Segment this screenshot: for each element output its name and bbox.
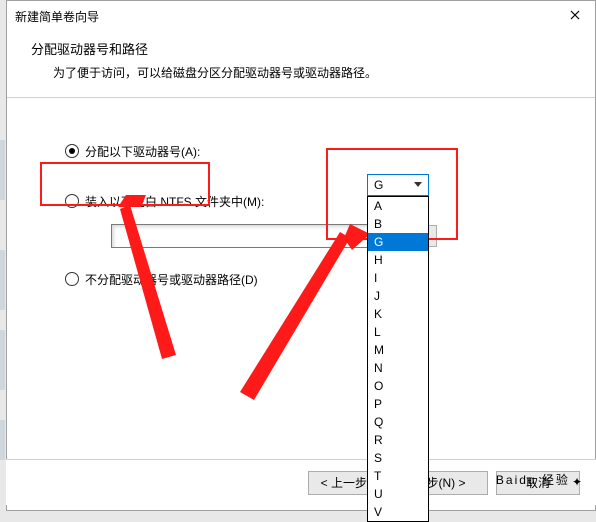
titlebar: 新建简单卷向导 [7, 1, 595, 31]
wizard-window: 新建简单卷向导 分配驱动器号和路径 为了便于访问，可以给磁盘分区分配驱动器号或驱… [6, 0, 596, 511]
drive-letter-option[interactable]: T [368, 467, 428, 485]
chevron-down-icon [410, 176, 426, 194]
wizard-footer: < 上一步(B) 步(N) > 取消 [6, 459, 596, 505]
header-title: 分配驱动器号和路径 [31, 39, 571, 58]
window-title: 新建简单卷向导 [15, 8, 555, 25]
drive-letter-option[interactable]: K [368, 305, 428, 323]
option-label: 分配以下驱动器号(A): [85, 143, 200, 160]
wizard-body: 分配以下驱动器号(A): 装入以下空白 NTFS 文件夹中(M): 浏 不分配驱… [7, 98, 595, 478]
drive-letter-option[interactable]: V [368, 503, 428, 521]
option-assign-letter[interactable]: 分配以下驱动器号(A): [65, 138, 571, 164]
drive-letter-option[interactable]: B [368, 215, 428, 233]
drive-letter-option[interactable]: J [368, 287, 428, 305]
cancel-button[interactable]: 取消 [496, 471, 580, 495]
drive-letter-option[interactable]: U [368, 485, 428, 503]
option-mount-folder[interactable]: 装入以下空白 NTFS 文件夹中(M): [65, 188, 571, 214]
drive-letter-option[interactable]: N [368, 359, 428, 377]
drive-letter-option[interactable]: H [368, 251, 428, 269]
drive-letter-option[interactable]: G [368, 233, 428, 251]
option-no-assign[interactable]: 不分配驱动器号或驱动器路径(D) [65, 266, 571, 292]
radio-icon [65, 194, 79, 208]
drive-letter-option[interactable]: O [368, 377, 428, 395]
mount-path-input[interactable] [111, 224, 371, 248]
drive-letter-option[interactable]: L [368, 323, 428, 341]
option-label: 装入以下空白 NTFS 文件夹中(M): [85, 193, 264, 210]
drive-letter-option[interactable]: Q [368, 413, 428, 431]
drive-letter-option[interactable]: R [368, 431, 428, 449]
drive-letter-dropdown[interactable]: ABGHIJKLMNOPQRSTUV [367, 196, 429, 522]
mount-path-row: 浏 [111, 224, 571, 248]
drive-letter-option[interactable]: I [368, 269, 428, 287]
drive-letter-option[interactable]: M [368, 341, 428, 359]
wizard-header: 分配驱动器号和路径 为了便于访问，可以给磁盘分区分配驱动器号或驱动器路径。 [7, 31, 595, 98]
radio-icon [65, 144, 79, 158]
close-icon [570, 9, 580, 23]
window-close-button[interactable] [555, 1, 595, 31]
drive-letter-option[interactable]: P [368, 395, 428, 413]
option-label: 不分配驱动器号或驱动器路径(D) [85, 271, 258, 288]
drive-letter-combobox[interactable]: G [367, 174, 429, 196]
radio-icon [65, 272, 79, 286]
combo-value: G [374, 178, 383, 192]
header-subtitle: 为了便于访问，可以给磁盘分区分配驱动器号或驱动器路径。 [53, 64, 571, 81]
drive-letter-option[interactable]: S [368, 449, 428, 467]
drive-letter-option[interactable]: A [368, 197, 428, 215]
